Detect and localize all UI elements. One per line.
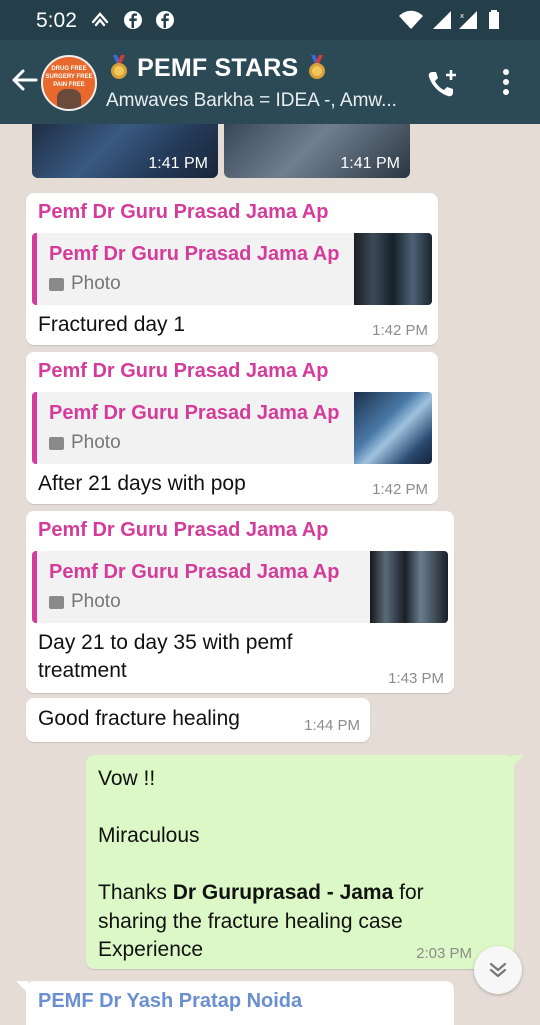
message-text: Good fracture healing [38, 707, 240, 730]
quoted-message[interactable]: Pemf Dr Guru Prasad Jama Ap Photo [32, 233, 432, 305]
message-time: 1:42 PM [372, 481, 428, 498]
sender-name: PEMF Dr Yash Pratap Noida [38, 990, 303, 1012]
hotspot-icon [91, 12, 109, 27]
quoted-label: Photo [71, 273, 121, 294]
message-bubble[interactable]: Good fracture healing 1:44 PM [26, 698, 370, 742]
text-run: for [393, 881, 424, 904]
quoted-label: Photo [71, 591, 121, 612]
photo-icon [49, 596, 64, 609]
group-name: PEMF STARS [137, 54, 299, 82]
participants-list[interactable]: Amwaves Barkha = IDEA -, Amw... [106, 90, 397, 112]
signal-icon [433, 11, 451, 29]
more-options-icon[interactable] [500, 68, 512, 96]
quoted-message[interactable]: Pemf Dr Guru Prasad Jama Ap Photo [32, 392, 432, 464]
signal-icon: x [459, 11, 477, 29]
battery-icon [489, 10, 499, 29]
bold-name: Dr Guruprasad - Jama [172, 881, 394, 904]
avatar-text: DRUG FREE SURGERY FREE PAIN FREE [43, 65, 95, 89]
avatar-text-line: SURGERY FREE [45, 74, 93, 80]
photo-attachment[interactable]: 1:41 PM [224, 124, 410, 178]
message-text-line: treatment [38, 659, 127, 682]
quoted-label: Photo [71, 432, 121, 453]
message-text: Day 21 to day 35 with pemf treatment [38, 629, 292, 685]
sender-name: Pemf Dr Guru Prasad Jama Ap [38, 201, 329, 223]
avatar-text-line: DRUG FREE [51, 66, 87, 72]
message-bubble[interactable]: PEMF Dr Yash Pratap Noida [16, 981, 454, 1025]
message-time: 1:41 PM [148, 155, 208, 172]
sender-name: Pemf Dr Guru Prasad Jama Ap [38, 519, 329, 541]
quoted-sender: Pemf Dr Guru Prasad Jama Ap [49, 243, 340, 265]
message-text-line: Day 21 to day 35 with pemf [38, 631, 293, 654]
bubble-tail [16, 981, 28, 993]
quoted-thumbnail [354, 392, 432, 464]
message-bubble[interactable]: Pemf Dr Guru Prasad Jama Ap Pemf Dr Guru… [26, 511, 454, 693]
message-text: After 21 days with pop [38, 472, 246, 495]
add-call-icon[interactable] [426, 68, 460, 98]
wifi-icon [399, 10, 423, 29]
facebook-icon [156, 11, 174, 29]
avatar-text-line: PAIN FREE [53, 82, 85, 88]
chat-area[interactable]: 1:41 PM 1:41 PM Pemf Dr Guru Prasad Jama… [0, 124, 540, 1025]
facebook-icon [124, 11, 142, 29]
message-text-line: Vow !! [98, 767, 156, 790]
group-title[interactable]: PEMF STARS [108, 54, 328, 83]
message-time: 1:42 PM [372, 322, 428, 339]
message-time: 1:44 PM [304, 717, 360, 734]
message-text-line: Experience [98, 938, 204, 961]
text-run: Thanks [98, 881, 173, 904]
photo-icon [49, 278, 64, 291]
chat-header: DRUG FREE SURGERY FREE PAIN FREE PEMF ST… [0, 40, 540, 124]
double-chevron-down-icon [489, 962, 507, 978]
message-text-line: sharing the fracture healing case [98, 909, 403, 933]
quoted-thumbnail [370, 551, 448, 623]
quoted-sender: Pemf Dr Guru Prasad Jama Ap [49, 561, 340, 583]
message-text: Vow !! Miraculous Thanks Dr Guruprasad -… [98, 765, 424, 965]
message-time: 1:43 PM [388, 670, 444, 687]
message-text-line: Thanks Dr Guruprasad - Jama for [98, 879, 424, 908]
back-arrow-icon[interactable] [10, 66, 38, 94]
outgoing-message-bubble[interactable]: Vow !! Miraculous Thanks Dr Guruprasad -… [86, 755, 524, 969]
message-text-line: Miraculous [98, 824, 200, 847]
bubble-tail [512, 755, 524, 767]
quoted-message[interactable]: Pemf Dr Guru Prasad Jama Ap Photo [32, 551, 448, 623]
svg-text:x: x [460, 12, 464, 20]
scroll-down-button[interactable] [474, 946, 522, 994]
medal-icon [308, 55, 325, 79]
message-text: Fractured day 1 [38, 313, 186, 336]
photo-attachment[interactable]: 1:41 PM [32, 124, 218, 178]
avatar-photo [57, 89, 81, 109]
message-time: 1:41 PM [340, 155, 400, 172]
status-bar: 5:02 x [0, 0, 540, 40]
message-bubble[interactable]: Pemf Dr Guru Prasad Jama Ap Pemf Dr Guru… [26, 352, 438, 504]
status-time: 5:02 [36, 9, 77, 32]
message-time: 2:03 PM [416, 945, 472, 962]
group-avatar[interactable]: DRUG FREE SURGERY FREE PAIN FREE [41, 55, 97, 111]
quoted-thumbnail [354, 233, 432, 305]
quoted-sender: Pemf Dr Guru Prasad Jama Ap [49, 402, 340, 424]
photo-icon [49, 437, 64, 450]
medal-icon [111, 55, 127, 79]
sender-name: Pemf Dr Guru Prasad Jama Ap [38, 360, 329, 382]
message-bubble[interactable]: Pemf Dr Guru Prasad Jama Ap Pemf Dr Guru… [26, 193, 438, 345]
